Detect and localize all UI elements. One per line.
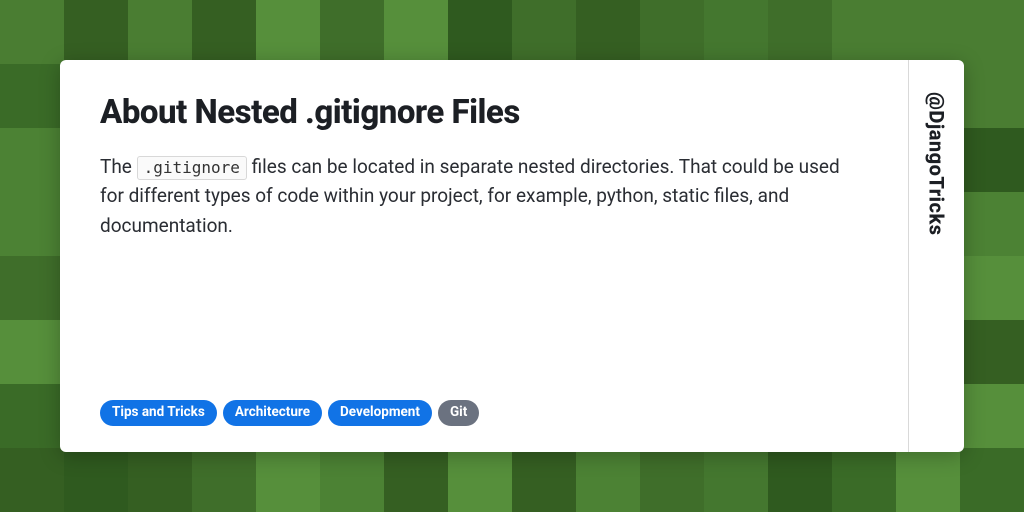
tag-list: Tips and TricksArchitectureDevelopmentGi…	[100, 400, 479, 426]
card-sidebar: @DjangoTricks	[908, 60, 964, 452]
author-handle: @DjangoTricks	[925, 92, 949, 236]
tag-git[interactable]: Git	[438, 400, 479, 426]
desc-text-pre: The	[100, 155, 137, 178]
tag-tips-and-tricks[interactable]: Tips and Tricks	[100, 400, 217, 426]
tag-architecture[interactable]: Architecture	[223, 400, 322, 426]
inline-code-gitignore: .gitignore	[137, 156, 247, 180]
card-main: About Nested .gitignore Files The .gitig…	[60, 60, 908, 452]
content-card: About Nested .gitignore Files The .gitig…	[60, 60, 964, 452]
article-description: The .gitignore files can be located in s…	[100, 152, 868, 240]
article-title: About Nested .gitignore Files	[100, 94, 868, 132]
tag-development[interactable]: Development	[328, 400, 432, 426]
